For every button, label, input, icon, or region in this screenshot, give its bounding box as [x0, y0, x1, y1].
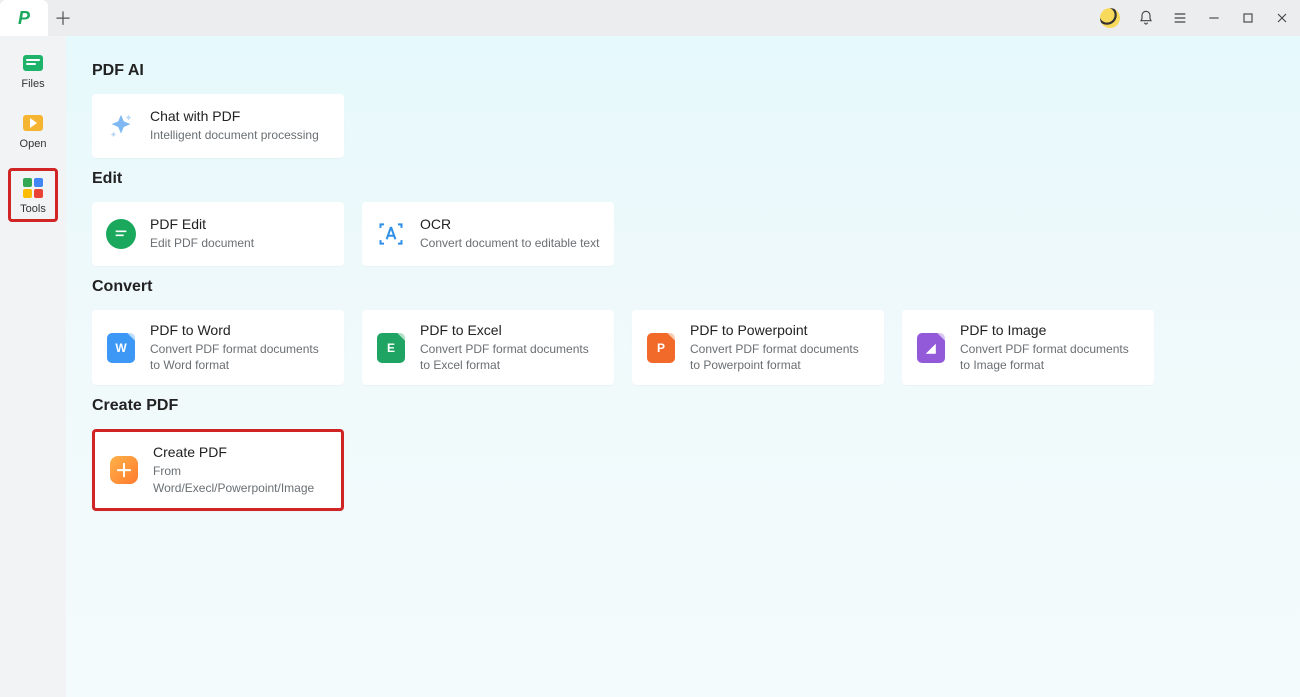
card-ocr[interactable]: OCR Convert document to editable text: [362, 202, 614, 266]
card-title: PDF Edit: [150, 216, 254, 232]
card-desc: Convert PDF format documents to Powerpoi…: [690, 341, 870, 373]
card-desc: From Word/Execl/Powerpoint/Image: [153, 463, 327, 495]
window-close-button[interactable]: [1274, 10, 1290, 26]
card-desc: Convert PDF format documents to Excel fo…: [420, 341, 600, 373]
sparkle-icon: [106, 111, 136, 141]
card-pdf-to-image[interactable]: ◢ PDF to Image Convert PDF format docume…: [902, 310, 1154, 385]
files-icon: [22, 52, 44, 74]
card-desc: Edit PDF document: [150, 235, 254, 251]
ocr-icon: [376, 219, 406, 249]
window-minimize-button[interactable]: [1206, 10, 1222, 26]
sidebar: Files Open Tools: [0, 36, 66, 697]
card-desc: Convert PDF format documents to Word for…: [150, 341, 330, 373]
menu-icon[interactable]: [1172, 10, 1188, 26]
powerpoint-doc-icon: P: [646, 333, 676, 363]
card-title: Create PDF: [153, 444, 327, 460]
titlebar-tabs: P ＋: [0, 0, 78, 36]
card-title: PDF to Word: [150, 322, 330, 338]
card-desc: Convert document to editable text: [420, 235, 599, 251]
card-desc: Intelligent document processing: [150, 127, 319, 143]
card-desc: Convert PDF format documents to Image fo…: [960, 341, 1140, 373]
section-cards-convert: W PDF to Word Convert PDF format documen…: [92, 310, 1274, 385]
new-tab-button[interactable]: ＋: [48, 0, 78, 36]
section-heading-create: Create PDF: [92, 397, 1274, 415]
image-doc-icon: ◢: [916, 333, 946, 363]
user-avatar[interactable]: [1100, 8, 1120, 28]
card-pdf-to-word[interactable]: W PDF to Word Convert PDF format documen…: [92, 310, 344, 385]
pdf-edit-icon: [106, 219, 136, 249]
card-title: PDF to Image: [960, 322, 1140, 338]
sidebar-item-label: Files: [21, 78, 44, 90]
create-pdf-icon: ＋: [109, 455, 139, 485]
word-doc-icon: W: [106, 333, 136, 363]
card-pdf-to-excel[interactable]: E PDF to Excel Convert PDF format docume…: [362, 310, 614, 385]
section-heading-convert: Convert: [92, 278, 1274, 296]
app-logo-tab[interactable]: P: [0, 0, 48, 36]
card-create-pdf[interactable]: ＋ Create PDF From Word/Execl/Powerpoint/…: [92, 429, 344, 510]
card-chat-with-pdf[interactable]: Chat with PDF Intelligent document proce…: [92, 94, 344, 158]
content: PDF AI Chat with PDF Intelligent documen…: [66, 36, 1300, 697]
main-area: Files Open Tools PDF AI Chat with PDF In…: [0, 36, 1300, 697]
section-cards-create: ＋ Create PDF From Word/Execl/Powerpoint/…: [92, 429, 1274, 510]
section-cards-edit: PDF Edit Edit PDF document OCR Convert d…: [92, 202, 1274, 266]
sidebar-item-open[interactable]: Open: [8, 108, 58, 154]
tools-icon: [22, 177, 44, 199]
card-title: Chat with PDF: [150, 108, 319, 124]
card-pdf-to-powerpoint[interactable]: P PDF to Powerpoint Convert PDF format d…: [632, 310, 884, 385]
section-heading-edit: Edit: [92, 170, 1274, 188]
card-title: PDF to Powerpoint: [690, 322, 870, 338]
card-pdf-edit[interactable]: PDF Edit Edit PDF document: [92, 202, 344, 266]
card-title: PDF to Excel: [420, 322, 600, 338]
section-cards-pdf-ai: Chat with PDF Intelligent document proce…: [92, 94, 1274, 158]
sidebar-item-label: Tools: [20, 203, 46, 215]
sidebar-item-tools[interactable]: Tools: [8, 168, 58, 222]
app-logo-icon: P: [18, 8, 30, 29]
notifications-icon[interactable]: [1138, 10, 1154, 26]
excel-doc-icon: E: [376, 333, 406, 363]
titlebar: P ＋: [0, 0, 1300, 36]
section-heading-pdf-ai: PDF AI: [92, 62, 1274, 80]
sidebar-item-files[interactable]: Files: [8, 48, 58, 94]
titlebar-controls: [1100, 8, 1290, 28]
window-maximize-button[interactable]: [1240, 10, 1256, 26]
sidebar-item-label: Open: [20, 138, 47, 150]
card-title: OCR: [420, 216, 599, 232]
open-icon: [22, 112, 44, 134]
